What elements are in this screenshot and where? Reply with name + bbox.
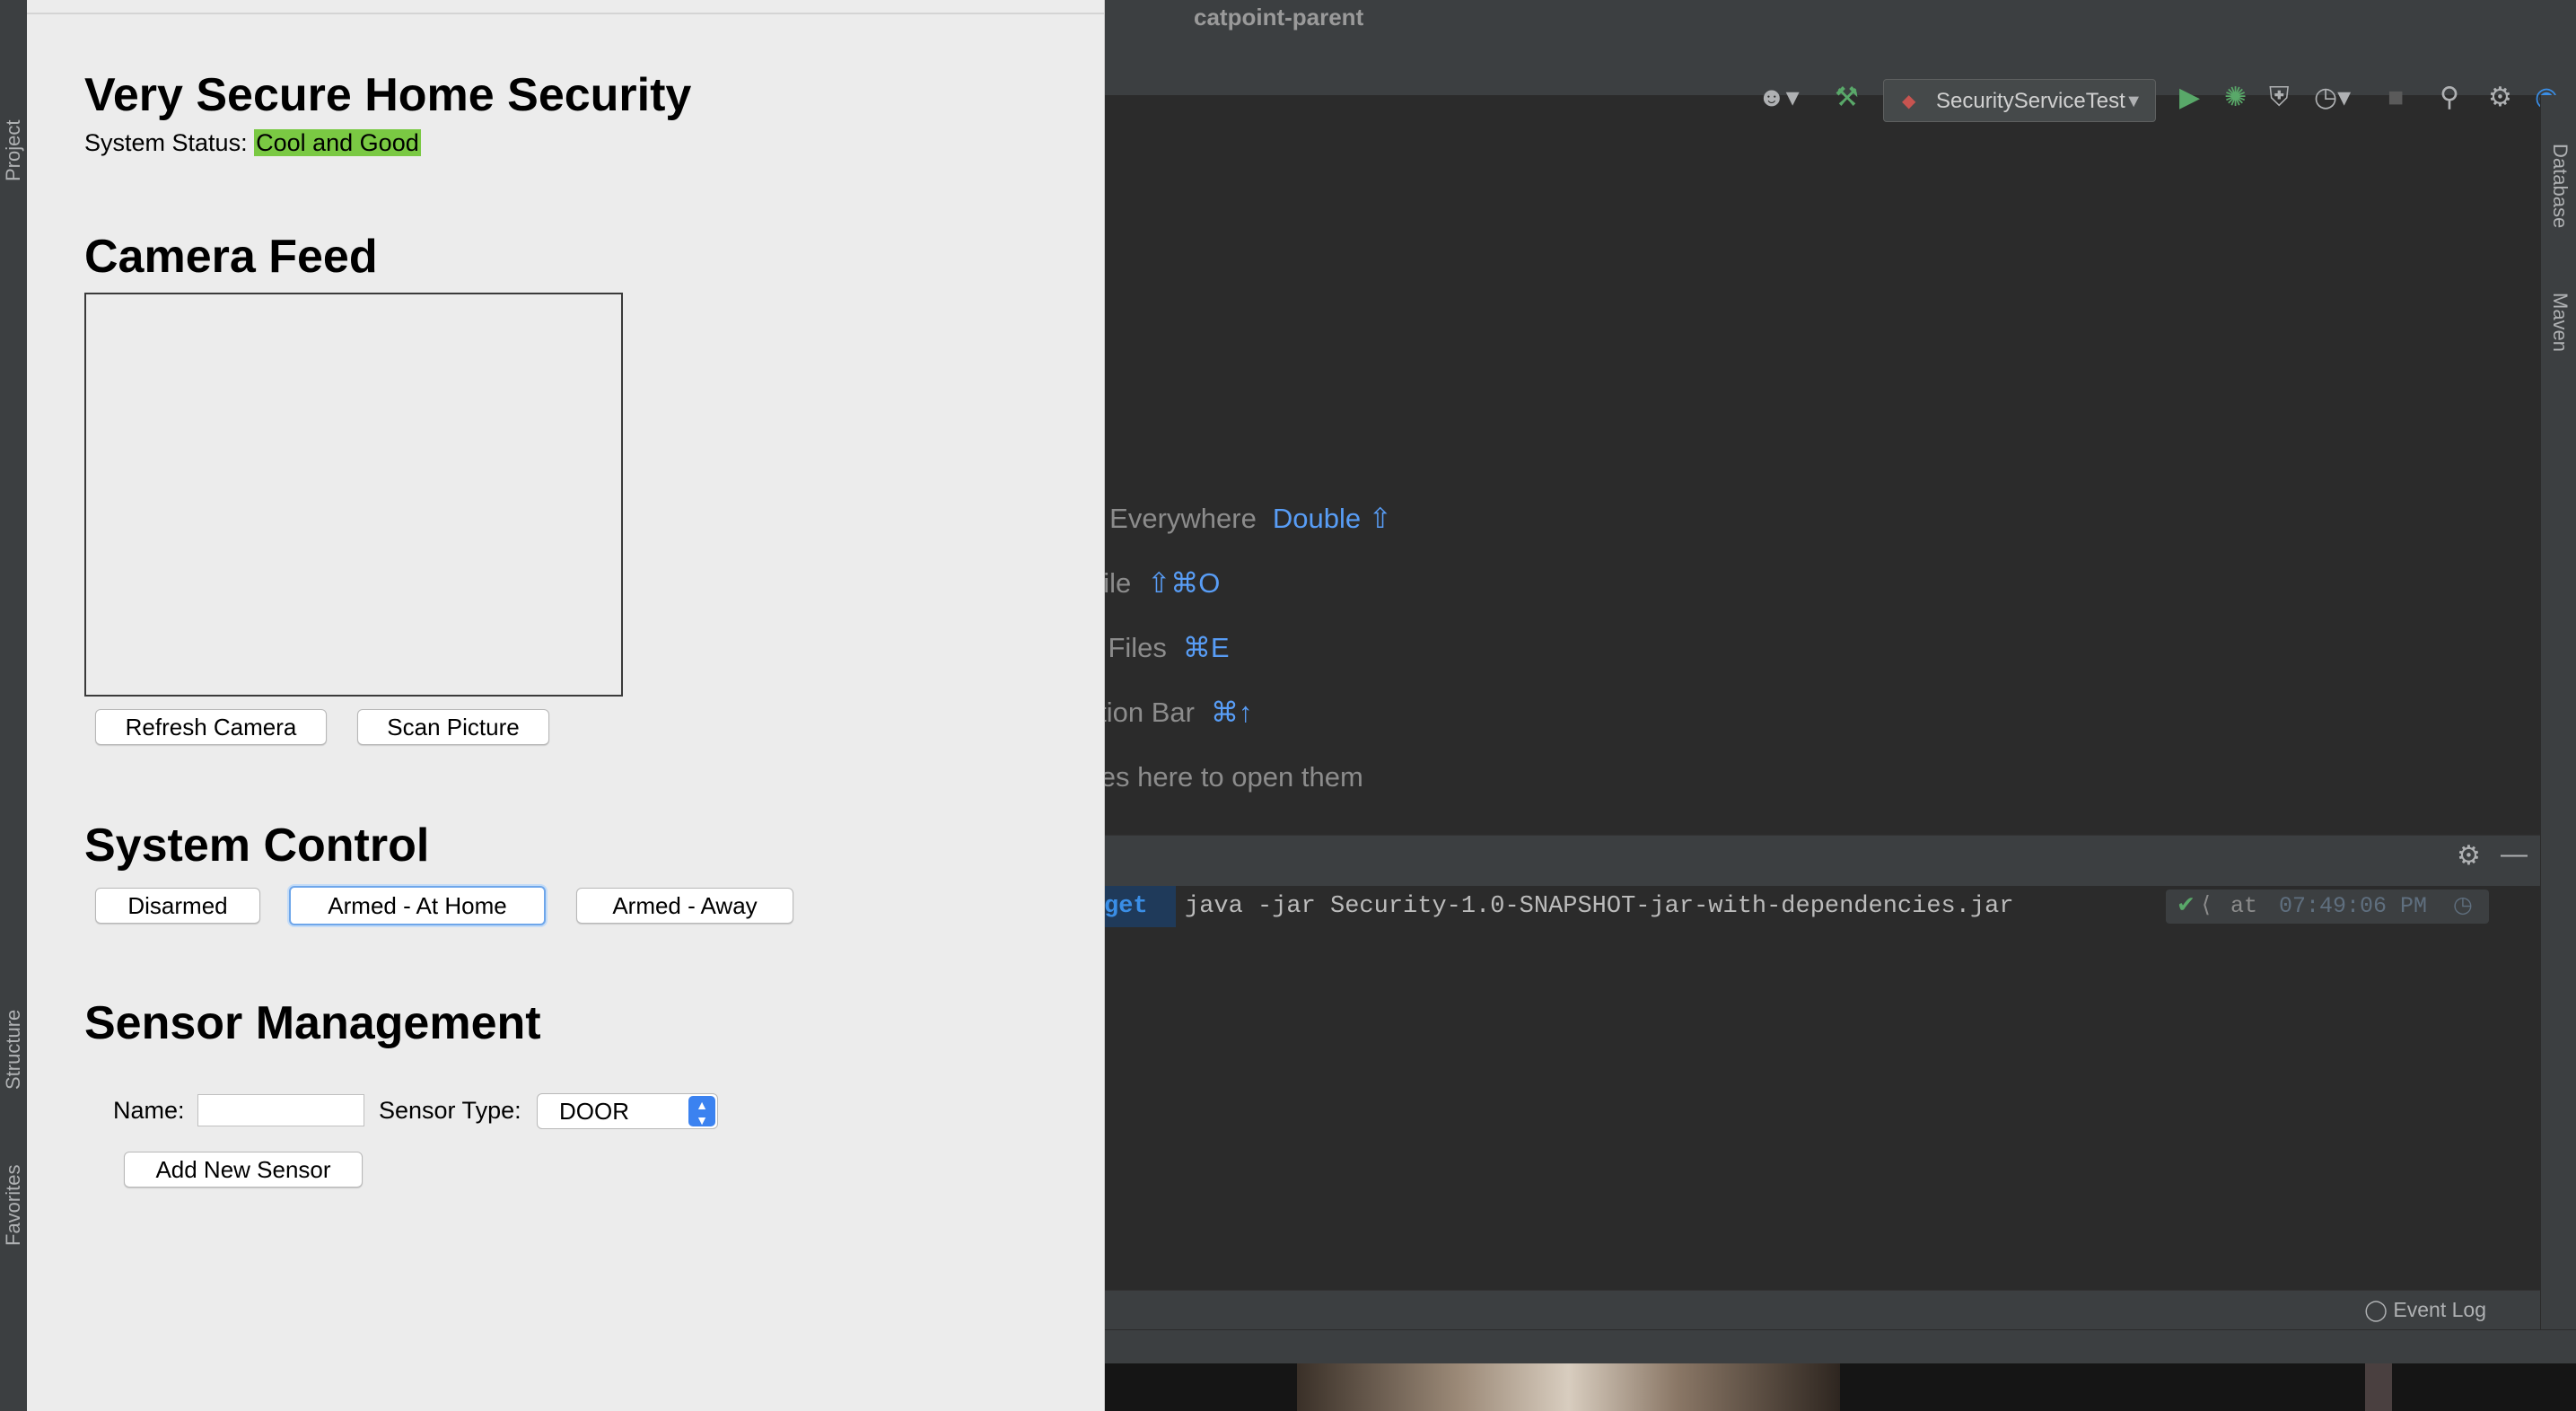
tab-maven[interactable]: Maven: [2548, 293, 2572, 352]
system-status-label: System Status:: [84, 129, 248, 156]
desktop-photo-fragment: [2365, 1363, 2392, 1411]
clock-icon: ◷: [2453, 893, 2473, 919]
system-status-row: System Status: Cool and Good: [84, 129, 421, 157]
sensor-management-heading: Sensor Management: [84, 997, 541, 1049]
sensor-type-value: DOOR: [559, 1098, 629, 1125]
profile-icon[interactable]: ◷▾: [2314, 84, 2351, 111]
test-config-icon: ◆: [1902, 92, 1916, 111]
right-tool-strip: Database Maven: [2540, 95, 2576, 1411]
window-top-edge: [27, 0, 1104, 14]
tab-structure[interactable]: Structure: [2, 1010, 25, 1090]
gear-icon[interactable]: ⚙: [2457, 843, 2481, 870]
hint-shortcut: ⌘↑: [1210, 697, 1253, 728]
select-updown-icon: ▲ ▼: [688, 1096, 715, 1126]
ide-window-title: catpoint-parent: [1194, 4, 1364, 31]
refresh-camera-button[interactable]: Refresh Camera: [95, 709, 327, 745]
hammer-icon[interactable]: ⚒: [1835, 84, 1859, 111]
system-status-value: Cool and Good: [254, 129, 421, 156]
chevron-left-icon: ⟨: [2202, 893, 2211, 919]
sensor-name-input[interactable]: [197, 1094, 364, 1126]
hint-shortcut: Double ⇧: [1272, 503, 1392, 534]
sensor-name-label: Name:: [113, 1097, 185, 1124]
terminal-command: java -jar Security-1.0-SNAPSHOT-jar-with…: [1185, 893, 2014, 920]
ide-bottom-bar: [1104, 1329, 2576, 1364]
terminal-panel[interactable]: get java -jar Security-1.0-SNAPSHOT-jar-…: [1104, 886, 2540, 1290]
debug-icon[interactable]: ✺: [2224, 84, 2247, 111]
search-icon[interactable]: ⚲: [2440, 84, 2459, 111]
terminal-status-at: at: [2230, 893, 2258, 919]
chevron-down-icon: ▼: [2125, 92, 2142, 111]
user-icon[interactable]: ☻▾: [1757, 84, 1800, 111]
add-new-sensor-button[interactable]: Add New Sensor: [124, 1152, 363, 1188]
check-icon: ✔: [2177, 893, 2195, 919]
terminal-status: ✔ ⟨ at 07:49:06 PM ◷: [2166, 890, 2489, 924]
system-control-heading: System Control: [84, 819, 430, 872]
tab-database[interactable]: Database: [2548, 144, 2572, 228]
camera-feed-heading: Camera Feed: [84, 231, 378, 283]
minimize-icon[interactable]: —: [2501, 841, 2528, 868]
armed-at-home-button[interactable]: Armed - At Home: [289, 886, 546, 925]
run-config-label: SecurityServiceTest: [1936, 89, 2125, 113]
terminal-line: get java -jar Security-1.0-SNAPSHOT-jar-…: [1104, 886, 2495, 927]
terminal-prompt: get: [1104, 886, 1176, 927]
hint-shortcut: ⌘E: [1182, 632, 1230, 663]
left-tool-strip: Project Structure Favorites: [0, 95, 28, 1411]
coverage-icon[interactable]: ⛨: [2269, 84, 2290, 111]
desktop-photo: [1297, 1363, 1840, 1411]
run-icon[interactable]: ▶: [2179, 84, 2200, 111]
gear-icon[interactable]: ⚙: [2488, 84, 2512, 111]
sensor-type-select[interactable]: DOOR ▲ ▼: [537, 1093, 718, 1129]
run-config-selector[interactable]: ◆ SecurityServiceTest ▼: [1883, 79, 2156, 122]
ide-status-bar: ◯ Event Log: [1104, 1290, 2540, 1330]
tab-project[interactable]: Project: [2, 120, 25, 181]
hint-shortcut: ⇧⌘O: [1147, 567, 1221, 599]
event-log-label: Event Log: [2393, 1298, 2486, 1321]
security-app-window: Very Secure Home Security System Status:…: [27, 0, 1105, 1411]
armed-away-button[interactable]: Armed - Away: [576, 888, 793, 924]
disarmed-button[interactable]: Disarmed: [95, 888, 260, 924]
desktop-background: [1104, 1363, 2576, 1411]
event-log-button[interactable]: ◯ Event Log: [2364, 1298, 2486, 1322]
speech-bubble-icon: ◯: [2364, 1298, 2388, 1321]
camera-feed-image: [84, 293, 623, 697]
stop-icon[interactable]: ■: [2388, 84, 2404, 111]
terminal-header: ⚙ —: [1104, 835, 2540, 887]
scan-picture-button[interactable]: Scan Picture: [357, 709, 549, 745]
tab-favorites[interactable]: Favorites: [2, 1165, 25, 1246]
app-title: Very Secure Home Security: [84, 69, 692, 121]
terminal-status-time: 07:49:06 PM: [2279, 893, 2428, 919]
sensor-type-label: Sensor Type:: [379, 1097, 521, 1124]
